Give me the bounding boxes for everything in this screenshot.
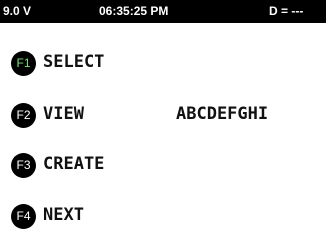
d-readout: D = --- bbox=[269, 4, 304, 18]
menu-label-view: VIEW bbox=[43, 104, 84, 124]
menu-label-next: NEXT bbox=[43, 205, 84, 225]
battery-voltage: 9.0 V bbox=[3, 4, 32, 18]
menu-label-select: SELECT bbox=[43, 52, 105, 72]
f1-key-icon[interactable]: F1 bbox=[11, 51, 36, 76]
device-screen: 9.0 V 06:35:25 PM D = --- F1 SELECT F2 V… bbox=[0, 0, 326, 245]
view-value: ABCDEFGHI bbox=[176, 104, 269, 124]
menu-item-select[interactable]: F1 SELECT bbox=[0, 49, 326, 79]
menu-label-create: CREATE bbox=[43, 154, 105, 174]
clock-time: 06:35:25 PM bbox=[99, 4, 169, 18]
menu-item-view[interactable]: F2 VIEW ABCDEFGHI bbox=[0, 101, 326, 131]
f3-key-icon[interactable]: F3 bbox=[11, 153, 36, 178]
menu-item-create[interactable]: F3 CREATE bbox=[0, 151, 326, 181]
f2-key-icon[interactable]: F2 bbox=[11, 103, 36, 128]
menu-item-next[interactable]: F4 NEXT bbox=[0, 202, 326, 232]
status-bar: 9.0 V 06:35:25 PM D = --- bbox=[0, 0, 326, 23]
f4-key-icon[interactable]: F4 bbox=[11, 204, 36, 229]
